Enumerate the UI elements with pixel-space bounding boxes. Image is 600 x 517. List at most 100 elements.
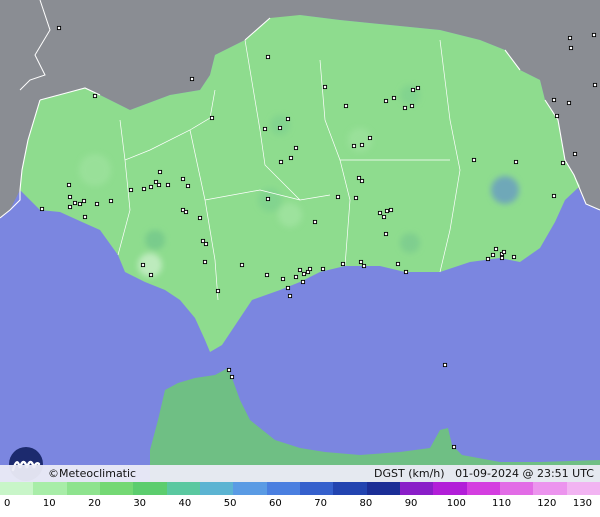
station-marker[interactable] bbox=[141, 186, 147, 192]
station-marker[interactable] bbox=[415, 85, 421, 91]
station-marker[interactable] bbox=[511, 254, 517, 260]
station-marker[interactable] bbox=[566, 100, 572, 106]
station-marker[interactable] bbox=[358, 259, 364, 265]
station-marker[interactable] bbox=[157, 169, 163, 175]
map-metadata: DGST (km/h) 01-09-2024 @ 23:51 UTC bbox=[374, 465, 594, 482]
station-marker[interactable] bbox=[82, 214, 88, 220]
station-marker[interactable] bbox=[239, 262, 245, 268]
station-marker[interactable] bbox=[180, 176, 186, 182]
station-marker[interactable] bbox=[67, 204, 73, 210]
station-marker[interactable] bbox=[277, 125, 283, 131]
station-marker[interactable] bbox=[383, 98, 389, 104]
station-marker[interactable] bbox=[499, 255, 505, 261]
station-marker[interactable] bbox=[128, 187, 134, 193]
station-marker[interactable] bbox=[265, 196, 271, 202]
station-marker[interactable] bbox=[410, 87, 416, 93]
station-marker[interactable] bbox=[381, 214, 387, 220]
station-marker[interactable] bbox=[301, 271, 307, 277]
station-marker[interactable] bbox=[367, 135, 373, 141]
station-marker[interactable] bbox=[278, 159, 284, 165]
station-marker[interactable] bbox=[359, 142, 365, 148]
station-marker[interactable] bbox=[493, 246, 499, 252]
station-marker[interactable] bbox=[92, 93, 98, 99]
station-marker[interactable] bbox=[293, 145, 299, 151]
station-marker[interactable] bbox=[490, 252, 496, 258]
station-marker[interactable] bbox=[297, 267, 303, 273]
station-marker[interactable] bbox=[361, 263, 367, 269]
station-marker[interactable] bbox=[39, 206, 45, 212]
station-marker[interactable] bbox=[560, 160, 566, 166]
station-marker[interactable] bbox=[567, 35, 573, 41]
station-marker[interactable] bbox=[409, 103, 415, 109]
station-marker[interactable] bbox=[262, 126, 268, 132]
station-marker[interactable] bbox=[226, 367, 232, 373]
station-marker[interactable] bbox=[359, 178, 365, 184]
station-marker[interactable] bbox=[320, 266, 326, 272]
station-marker[interactable] bbox=[388, 207, 394, 213]
legend-tick: 130 bbox=[572, 498, 592, 509]
station-marker[interactable] bbox=[81, 198, 87, 204]
station-marker[interactable] bbox=[377, 210, 383, 216]
station-marker[interactable] bbox=[384, 208, 390, 214]
station-marker[interactable] bbox=[183, 209, 189, 215]
brand-label[interactable]: ©Meteoclimatic bbox=[48, 465, 136, 482]
station-marker[interactable] bbox=[551, 193, 557, 199]
station-marker[interactable] bbox=[451, 444, 457, 450]
station-marker[interactable] bbox=[592, 82, 598, 88]
station-marker[interactable] bbox=[322, 84, 328, 90]
station-marker[interactable] bbox=[287, 293, 293, 299]
station-marker[interactable] bbox=[156, 182, 162, 188]
station-marker[interactable] bbox=[340, 261, 346, 267]
station-marker[interactable] bbox=[288, 155, 294, 161]
station-marker[interactable] bbox=[554, 113, 560, 119]
station-marker[interactable] bbox=[72, 200, 78, 206]
station-marker[interactable] bbox=[307, 266, 313, 272]
station-marker[interactable] bbox=[395, 261, 401, 267]
station-marker[interactable] bbox=[485, 256, 491, 262]
station-marker[interactable] bbox=[229, 374, 235, 380]
station-marker[interactable] bbox=[94, 201, 100, 207]
station-marker[interactable] bbox=[285, 116, 291, 122]
station-marker[interactable] bbox=[501, 249, 507, 255]
wind-gust-map[interactable] bbox=[0, 0, 600, 482]
station-marker[interactable] bbox=[203, 241, 209, 247]
station-marker[interactable] bbox=[56, 25, 62, 31]
station-marker[interactable] bbox=[209, 115, 215, 121]
station-marker[interactable] bbox=[343, 103, 349, 109]
station-marker[interactable] bbox=[202, 259, 208, 265]
station-marker[interactable] bbox=[66, 182, 72, 188]
station-marker[interactable] bbox=[77, 201, 83, 207]
station-marker[interactable] bbox=[148, 184, 154, 190]
station-marker[interactable] bbox=[300, 279, 306, 285]
station-marker[interactable] bbox=[215, 288, 221, 294]
station-marker[interactable] bbox=[353, 195, 359, 201]
station-marker[interactable] bbox=[471, 157, 477, 163]
station-marker[interactable] bbox=[165, 182, 171, 188]
station-marker[interactable] bbox=[293, 274, 299, 280]
station-marker[interactable] bbox=[189, 76, 195, 82]
station-marker[interactable] bbox=[551, 97, 557, 103]
station-marker[interactable] bbox=[335, 194, 341, 200]
station-marker[interactable] bbox=[185, 183, 191, 189]
station-marker[interactable] bbox=[402, 105, 408, 111]
station-marker[interactable] bbox=[591, 32, 597, 38]
station-marker[interactable] bbox=[312, 219, 318, 225]
station-marker[interactable] bbox=[383, 231, 389, 237]
station-marker[interactable] bbox=[108, 198, 114, 204]
station-marker[interactable] bbox=[391, 95, 397, 101]
station-marker[interactable] bbox=[148, 272, 154, 278]
station-marker[interactable] bbox=[513, 159, 519, 165]
station-marker[interactable] bbox=[403, 269, 409, 275]
station-marker[interactable] bbox=[265, 54, 271, 60]
station-marker[interactable] bbox=[140, 262, 146, 268]
station-marker[interactable] bbox=[197, 215, 203, 221]
station-marker[interactable] bbox=[568, 45, 574, 51]
legend-swatch bbox=[466, 482, 500, 495]
station-marker[interactable] bbox=[67, 194, 73, 200]
station-marker[interactable] bbox=[280, 276, 286, 282]
station-marker[interactable] bbox=[285, 285, 291, 291]
station-marker[interactable] bbox=[351, 143, 357, 149]
station-marker[interactable] bbox=[572, 151, 578, 157]
station-marker[interactable] bbox=[442, 362, 448, 368]
station-marker[interactable] bbox=[264, 272, 270, 278]
